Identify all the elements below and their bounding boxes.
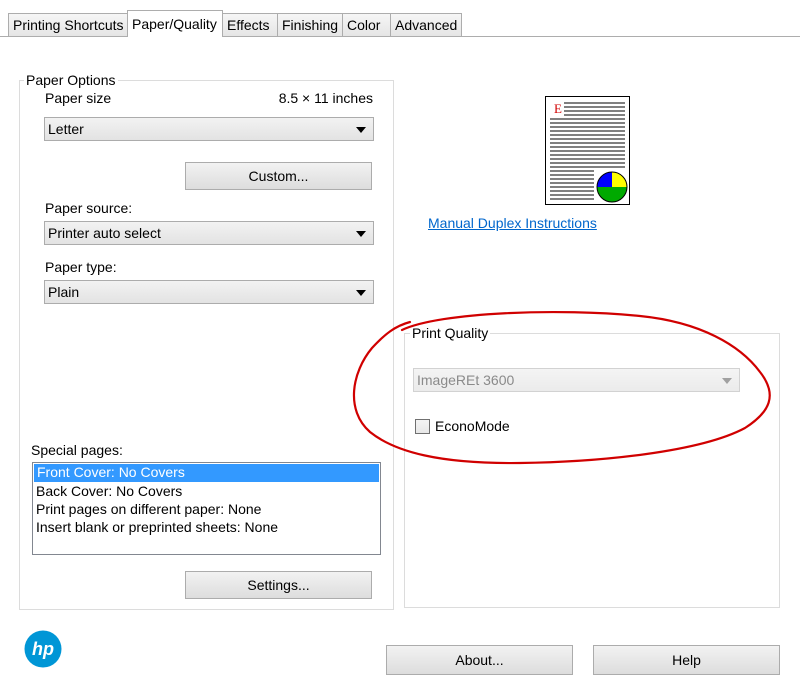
list-item[interactable]: Front Cover: No Covers <box>34 464 379 482</box>
chevron-down-icon <box>356 290 366 296</box>
color-pie-icon <box>596 171 628 203</box>
tab-finishing[interactable]: Finishing <box>277 13 343 36</box>
paper-size-dropdown[interactable]: Letter <box>44 117 374 141</box>
settings-button[interactable]: Settings... <box>185 571 372 599</box>
about-button[interactable]: About... <box>386 645 573 675</box>
chevron-down-icon <box>356 231 366 237</box>
chevron-down-icon <box>722 378 732 384</box>
paper-size-label: Paper size <box>45 90 112 106</box>
tab-printing-shortcuts[interactable]: Printing Shortcuts <box>8 13 128 36</box>
paper-type-label: Paper type: <box>45 259 117 275</box>
tab-color[interactable]: Color <box>342 13 391 36</box>
help-button[interactable]: Help <box>593 645 780 675</box>
printer-properties-dialog: Printing Shortcuts Paper/Quality Effects… <box>0 0 800 695</box>
economode-checkbox[interactable] <box>415 419 430 434</box>
page-preview-graphic: E <box>550 101 628 203</box>
preview-letter: E <box>554 101 562 116</box>
paper-size-dimensions: 8.5 × 11 inches <box>278 90 373 106</box>
tab-effects[interactable]: Effects <box>222 13 278 36</box>
list-item[interactable]: Back Cover: No Covers <box>33 483 380 501</box>
list-item[interactable]: Insert blank or preprinted sheets: None <box>33 519 380 537</box>
tab-divider <box>0 36 800 37</box>
print-quality-title: Print Quality <box>410 325 491 341</box>
paper-type-value: Plain <box>48 284 80 300</box>
special-pages-label: Special pages: <box>31 442 123 458</box>
tab-strip: Printing Shortcuts Paper/Quality Effects… <box>0 0 800 37</box>
hp-logo: hp <box>24 630 62 668</box>
economode-label: EconoMode <box>435 418 510 434</box>
paper-source-label: Paper source: <box>45 200 133 216</box>
special-pages-list[interactable]: Front Cover: No Covers Back Cover: No Co… <box>32 462 381 555</box>
print-resolution-dropdown[interactable]: ImageREt 3600 <box>413 368 740 392</box>
paper-source-value: Printer auto select <box>48 225 161 241</box>
tab-advanced[interactable]: Advanced <box>390 13 462 36</box>
chevron-down-icon <box>356 127 366 133</box>
page-preview: E <box>545 96 630 205</box>
manual-duplex-link[interactable]: Manual Duplex Instructions <box>428 215 597 231</box>
paper-type-dropdown[interactable]: Plain <box>44 280 374 304</box>
print-resolution-value: ImageREt 3600 <box>417 372 515 388</box>
custom-button[interactable]: Custom... <box>185 162 372 190</box>
list-item[interactable]: Print pages on different paper: None <box>33 501 380 519</box>
paper-size-value: Letter <box>48 121 84 137</box>
paper-source-dropdown[interactable]: Printer auto select <box>44 221 374 245</box>
tab-paper-quality[interactable]: Paper/Quality <box>127 10 223 37</box>
paper-options-title: Paper Options <box>24 72 118 88</box>
hp-logo-text: hp <box>32 639 54 659</box>
